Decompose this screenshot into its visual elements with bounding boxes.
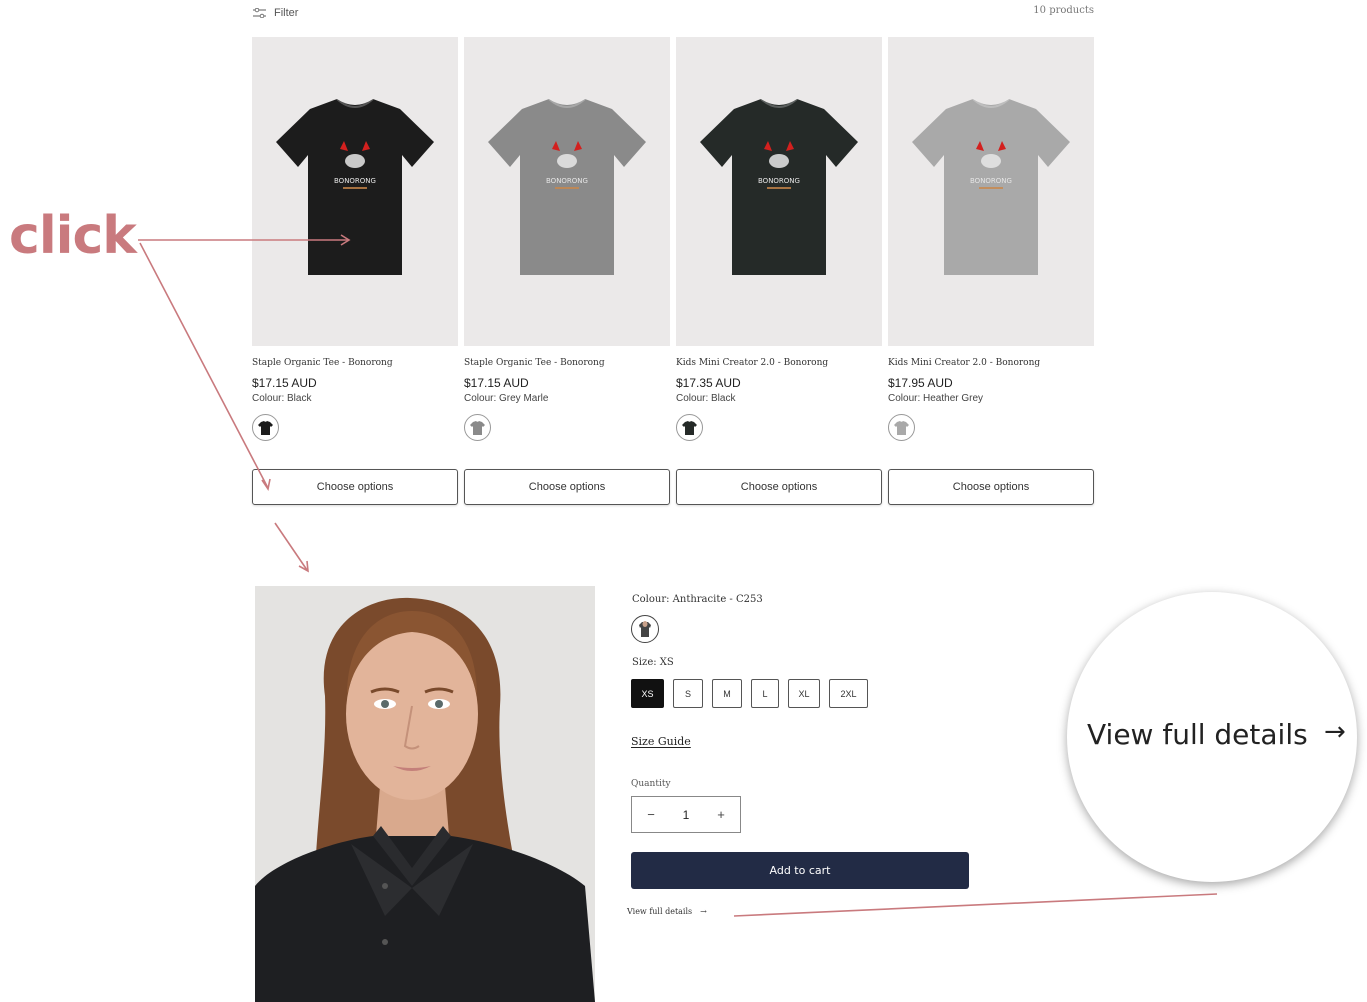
product-colour: Colour: Grey Marle: [464, 393, 549, 404]
tshirt-illustration: BONORONG: [700, 98, 858, 275]
shirt-print-text: BONORONG: [758, 177, 800, 185]
product-image[interactable]: BONORONG: [252, 37, 458, 346]
size-option-2xl[interactable]: 2XL: [829, 679, 868, 708]
tshirt-icon: [470, 421, 485, 435]
product-image[interactable]: BONORONG: [464, 37, 670, 346]
choose-options-button[interactable]: Choose options: [464, 469, 670, 505]
product-colour: Colour: Black: [252, 393, 312, 404]
polo-icon: [639, 621, 651, 637]
product-name[interactable]: Staple Organic Tee - Bonorong: [252, 358, 458, 368]
tshirt-illustration: BONORONG: [488, 98, 646, 275]
quantity-stepper: − 1 +: [631, 796, 741, 833]
click-annotation-label: click: [9, 206, 137, 266]
magnifier-callout: View full details →: [1067, 592, 1357, 882]
shirt-print-text: BONORONG: [546, 177, 588, 185]
product-price: $17.95 AUD: [888, 376, 953, 390]
product-card[interactable]: BONORONG Kids Mini Creator 2.0 - Bonoron…: [676, 37, 882, 505]
colour-swatch[interactable]: [888, 414, 915, 441]
product-image[interactable]: BONORONG: [676, 37, 882, 346]
product-name[interactable]: Kids Mini Creator 2.0 - Bonorong: [676, 358, 882, 368]
tshirt-icon: [258, 421, 273, 435]
colour-swatch[interactable]: [252, 414, 279, 441]
shirt-print-text: BONORONG: [970, 177, 1012, 185]
size-guide-link[interactable]: Size Guide: [631, 735, 691, 748]
tshirt-illustration: BONORONG: [276, 98, 434, 275]
product-price: $17.15 AUD: [464, 376, 529, 390]
filter-label: Filter: [274, 7, 299, 19]
quantity-decrease-button[interactable]: −: [644, 807, 658, 822]
arrow-head: [298, 560, 309, 573]
quantity-value[interactable]: 1: [683, 808, 690, 822]
add-to-cart-button[interactable]: Add to cart: [631, 852, 969, 889]
size-options: XS S M L XL 2XL: [631, 679, 868, 708]
arrow-to-button: [139, 242, 269, 489]
arrow-right-icon: →: [700, 907, 707, 916]
choose-options-button[interactable]: Choose options: [252, 469, 458, 505]
product-name[interactable]: Staple Organic Tee - Bonorong: [464, 358, 670, 368]
quantity-label: Quantity: [631, 779, 671, 789]
product-name[interactable]: Kids Mini Creator 2.0 - Bonorong: [888, 358, 1094, 368]
quick-view-product-image: [255, 586, 595, 1002]
colour-swatch-anthracite[interactable]: [631, 615, 659, 643]
product-price: $17.35 AUD: [676, 376, 741, 390]
arrow-right-icon: →: [1324, 717, 1346, 747]
product-colour: Colour: Black: [676, 393, 736, 404]
shirt-print-text: BONORONG: [334, 177, 376, 185]
view-full-details-link[interactable]: View full details →: [627, 907, 707, 916]
colour-swatch[interactable]: [464, 414, 491, 441]
choose-options-button[interactable]: Choose options: [676, 469, 882, 505]
tshirt-icon: [894, 421, 909, 435]
colour-label: Colour: Anthracite - C253: [632, 594, 763, 605]
product-card[interactable]: BONORONG Staple Organic Tee - Bonorong $…: [252, 37, 458, 505]
connector-to-magnifier: [733, 893, 1218, 917]
tshirt-illustration: BONORONG: [912, 98, 1070, 275]
product-price: $17.15 AUD: [252, 376, 317, 390]
magnified-view-full-details-label: View full details: [1087, 718, 1308, 751]
product-card[interactable]: BONORONG Kids Mini Creator 2.0 - Bonoron…: [888, 37, 1094, 505]
size-option-s[interactable]: S: [673, 679, 703, 708]
size-option-l[interactable]: L: [751, 679, 779, 708]
view-full-details-label: View full details: [627, 907, 693, 916]
sliders-icon: [253, 8, 266, 18]
choose-options-button[interactable]: Choose options: [888, 469, 1094, 505]
quantity-increase-button[interactable]: +: [714, 807, 728, 822]
filter-button[interactable]: Filter: [253, 5, 298, 21]
product-card[interactable]: BONORONG Staple Organic Tee - Bonorong $…: [464, 37, 670, 505]
size-option-m[interactable]: M: [712, 679, 742, 708]
product-count: 10 products: [1033, 5, 1094, 16]
tshirt-icon: [682, 421, 697, 435]
product-image[interactable]: BONORONG: [888, 37, 1094, 346]
arrow-to-quick-view: [274, 522, 308, 571]
size-option-xl[interactable]: XL: [788, 679, 820, 708]
size-option-xs[interactable]: XS: [631, 679, 664, 708]
size-label: Size: XS: [632, 657, 674, 668]
product-colour: Colour: Heather Grey: [888, 393, 984, 404]
colour-swatch[interactable]: [676, 414, 703, 441]
model-photo: [255, 586, 595, 1002]
